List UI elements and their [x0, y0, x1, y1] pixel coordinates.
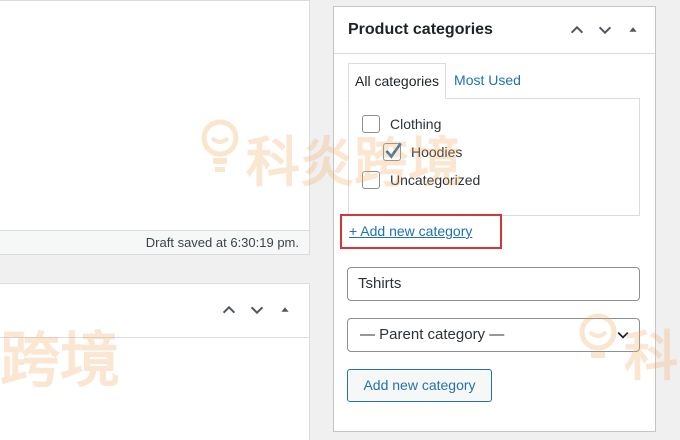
category-item-clothing[interactable]: Clothing [362, 115, 441, 133]
chevron-down-icon [617, 331, 629, 339]
checkbox-clothing[interactable] [362, 115, 380, 133]
draft-status: Draft saved at 6:30:19 pm. [0, 230, 309, 254]
toggle-panel-icon[interactable] [271, 296, 299, 324]
move-down-icon[interactable] [591, 16, 619, 44]
product-categories-title: Product categories [348, 21, 493, 38]
category-label: Hoodies [411, 144, 463, 160]
parent-category-value: — Parent category — [360, 326, 505, 343]
editor-panel: Draft saved at 6:30:19 pm. [0, 0, 310, 255]
category-label: Clothing [390, 116, 442, 132]
toggle-panel-icon[interactable] [619, 16, 647, 44]
category-item-uncategorized[interactable]: Uncategorized [362, 171, 480, 189]
highlight-box: + Add new category [340, 214, 502, 249]
checkbox-uncategorized[interactable] [362, 171, 380, 189]
add-new-category-button[interactable]: Add new category [347, 369, 492, 402]
handle-actions [563, 16, 647, 44]
move-up-icon[interactable] [563, 16, 591, 44]
move-down-icon[interactable] [243, 296, 271, 324]
category-label: Uncategorized [390, 172, 481, 188]
checkbox-hoodies[interactable] [383, 142, 402, 161]
add-new-category-link[interactable]: + Add new category [349, 223, 472, 239]
lower-meta-box [0, 283, 310, 440]
new-category-name-input[interactable]: Tshirts [347, 267, 640, 301]
category-tabs: All categories Most Used [348, 63, 527, 99]
tab-all-categories[interactable]: All categories [348, 63, 447, 99]
parent-category-select[interactable]: — Parent category — [347, 318, 640, 352]
tab-most-used[interactable]: Most Used [446, 63, 527, 99]
lower-meta-box-header [0, 284, 309, 338]
product-categories-header: Product categories [334, 7, 655, 54]
lower-handle-actions [215, 296, 299, 324]
category-item-hoodies[interactable]: Hoodies [383, 142, 463, 161]
checkmark-icon [385, 142, 402, 159]
move-up-icon[interactable] [215, 296, 243, 324]
